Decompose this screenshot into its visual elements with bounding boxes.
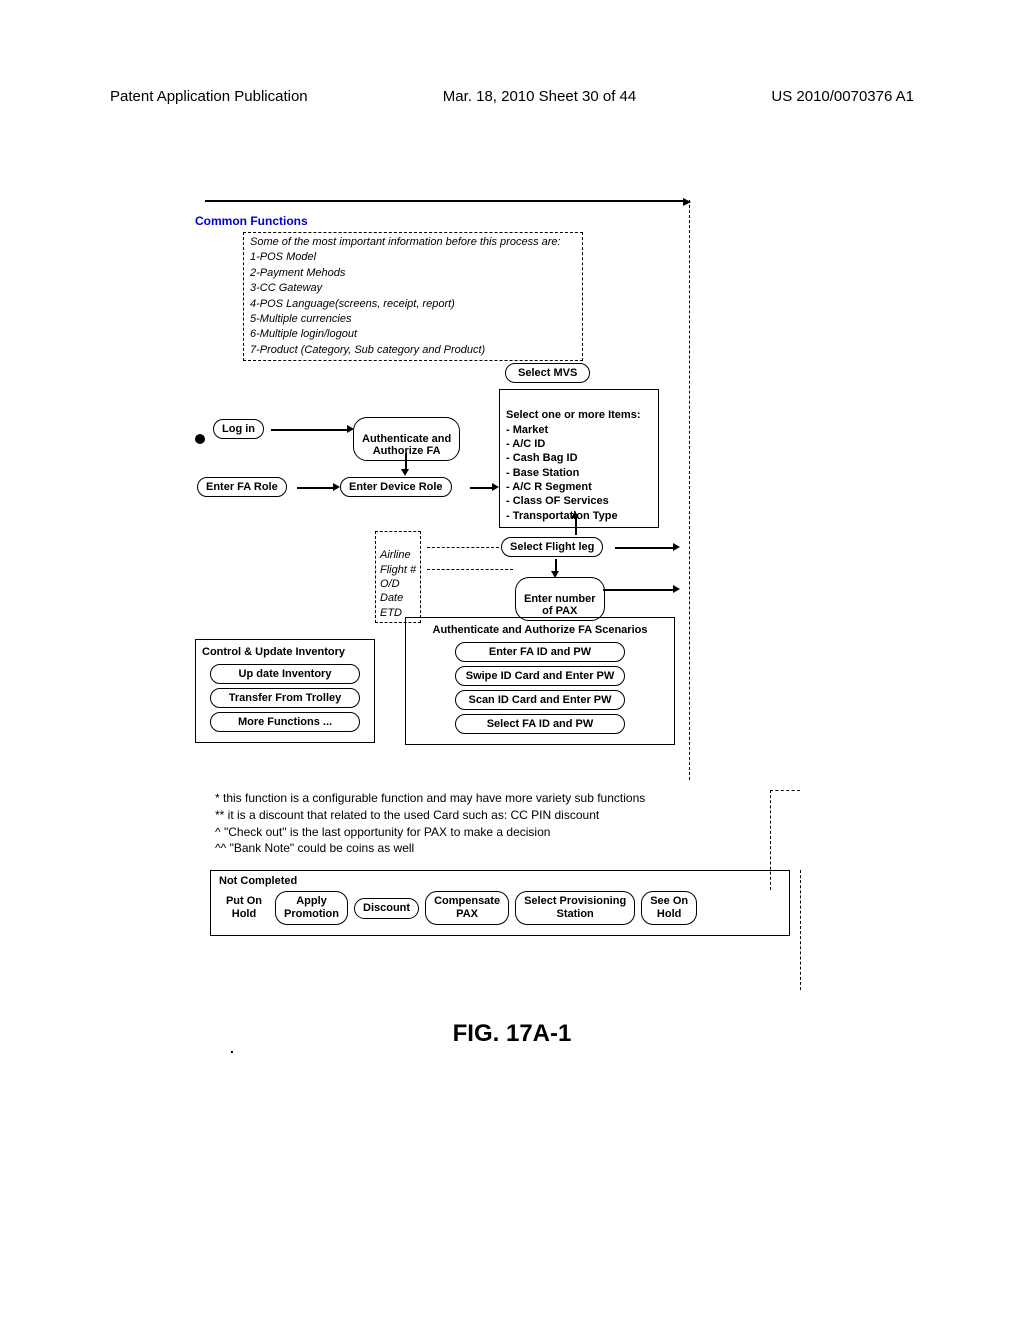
discount-btn: Discount [354,898,419,919]
arrow-head [333,483,340,491]
scenario-label: Enter FA ID and PW [489,646,591,658]
footnote-line: ** it is a discount that related to the … [215,807,755,824]
inventory-box: Control & Update Inventory Up date Inven… [195,639,375,743]
inventory-update: Up date Inventory [210,664,360,684]
arrow [603,589,675,591]
arrow-head [571,511,579,518]
enter-pax-node: Enter number of PAX [515,577,605,621]
mvs-items-text: Select one or more Items: - Market - A/C… [506,409,641,521]
label-text: Put On Hold [226,895,262,920]
arrow [271,429,349,431]
arrow [297,487,335,489]
arrow-head [401,469,409,476]
arrow [575,517,577,535]
diagram-container: Common Functions Some of the most import… [195,200,770,749]
dashed-connector [427,547,499,548]
auth-node: Authenticate and Authorize FA [353,417,460,461]
enter-fa-role-label: Enter FA Role [206,481,278,493]
header-left: Patent Application Publication [110,88,308,105]
info-line: 3-CC Gateway [250,281,576,296]
info-line: 1-POS Model [250,250,576,265]
select-provisioning-btn: Select Provisioning Station [515,891,635,925]
btn-text: Discount [363,902,410,914]
section-title: Common Functions [195,214,770,228]
scenario-swipe: Swipe ID Card and Enter PW [455,666,625,686]
inventory-title: Control & Update Inventory [202,646,368,658]
not-completed-box: Not Completed Put On Hold Apply Promotio… [210,870,790,936]
login-node: Log in [213,419,264,439]
see-on-hold-btn: See On Hold [641,891,697,925]
footnote-line: ^^ "Bank Note" could be coins as well [215,840,755,857]
info-box: Some of the most important information b… [243,232,583,361]
footnote-line: * this function is a configurable functi… [215,790,755,807]
inventory-label: Transfer From Trolley [229,692,341,704]
scenario-label: Swipe ID Card and Enter PW [466,670,615,682]
login-label: Log in [222,423,255,435]
not-completed-title: Not Completed [219,875,781,887]
info-line: 4-POS Language(screens, receipt, report) [250,297,576,312]
flight-info-text: Airline Flight # O/D Date ETD [380,549,416,618]
info-line: 2-Payment Mehods [250,266,576,281]
page-header: Patent Application Publication Mar. 18, … [110,88,914,105]
footnotes: * this function is a configurable functi… [215,790,755,857]
info-line: 7-Product (Category, Sub category and Pr… [250,343,576,358]
apply-promotion-btn: Apply Promotion [275,891,348,925]
scenarios-box: Authenticate and Authorize FA Scenarios … [405,617,675,745]
scenario-select: Select FA ID and PW [455,714,625,734]
put-on-hold-label: Put On Hold [219,895,269,921]
flight-info-box: Airline Flight # O/D Date ETD [375,531,421,623]
flow-area: Log in Authenticate and Authorize FA Ent… [195,369,770,749]
auth-label: Authenticate and Authorize FA [362,433,451,457]
info-line: 6-Multiple login/logout [250,327,576,342]
inventory-label: Up date Inventory [239,668,332,680]
enter-device-role-label: Enter Device Role [349,481,443,493]
info-line: 5-Multiple currencies [250,312,576,327]
scenario-scan: Scan ID Card and Enter PW [455,690,625,710]
inventory-transfer: Transfer From Trolley [210,688,360,708]
arrow [615,547,675,549]
compensate-pax-btn: Compensate PAX [425,891,509,925]
select-flight-leg-label: Select Flight leg [510,541,594,553]
scenario-label: Scan ID Card and Enter PW [468,694,611,706]
dashed-boundary [800,870,801,990]
figure-label: FIG. 17A-1 [0,1020,1024,1048]
enter-device-role-node: Enter Device Role [340,477,452,497]
enter-pax-label: Enter number of PAX [524,593,596,617]
arrow-head [673,543,680,551]
arrow-head [492,483,499,491]
inventory-more: More Functions ... [210,712,360,732]
scenario-label: Select FA ID and PW [487,718,594,730]
enter-fa-role-node: Enter FA Role [197,477,287,497]
footnote-line: ^ "Check out" is the last opportunity fo… [215,824,755,841]
not-completed-row: Put On Hold Apply Promotion Discount Com… [219,891,781,925]
stray-mark: . [230,1040,234,1056]
scenario-enter-fa: Enter FA ID and PW [455,642,625,662]
arrow-head [673,585,680,593]
select-mvs-label: Select MVS [518,367,577,379]
arrow [470,487,494,489]
btn-text: Select Provisioning Station [524,895,626,920]
scenarios-title: Authenticate and Authorize FA Scenarios [412,624,668,636]
inventory-label: More Functions ... [238,716,332,728]
top-border [205,200,685,202]
info-line: Some of the most important information b… [250,235,576,250]
select-flight-leg-node: Select Flight leg [501,537,603,557]
dashed-boundary [770,790,800,791]
header-right: US 2010/0070376 A1 [771,88,914,105]
select-mvs-node: Select MVS [505,363,590,383]
btn-text: See On Hold [650,895,688,920]
btn-text: Apply Promotion [284,895,339,920]
btn-text: Compensate PAX [434,895,500,920]
start-dot [195,434,205,444]
dashed-connector [427,569,513,570]
header-center: Mar. 18, 2010 Sheet 30 of 44 [443,88,636,105]
mvs-items-box: Select one or more Items: - Market - A/C… [499,389,659,528]
